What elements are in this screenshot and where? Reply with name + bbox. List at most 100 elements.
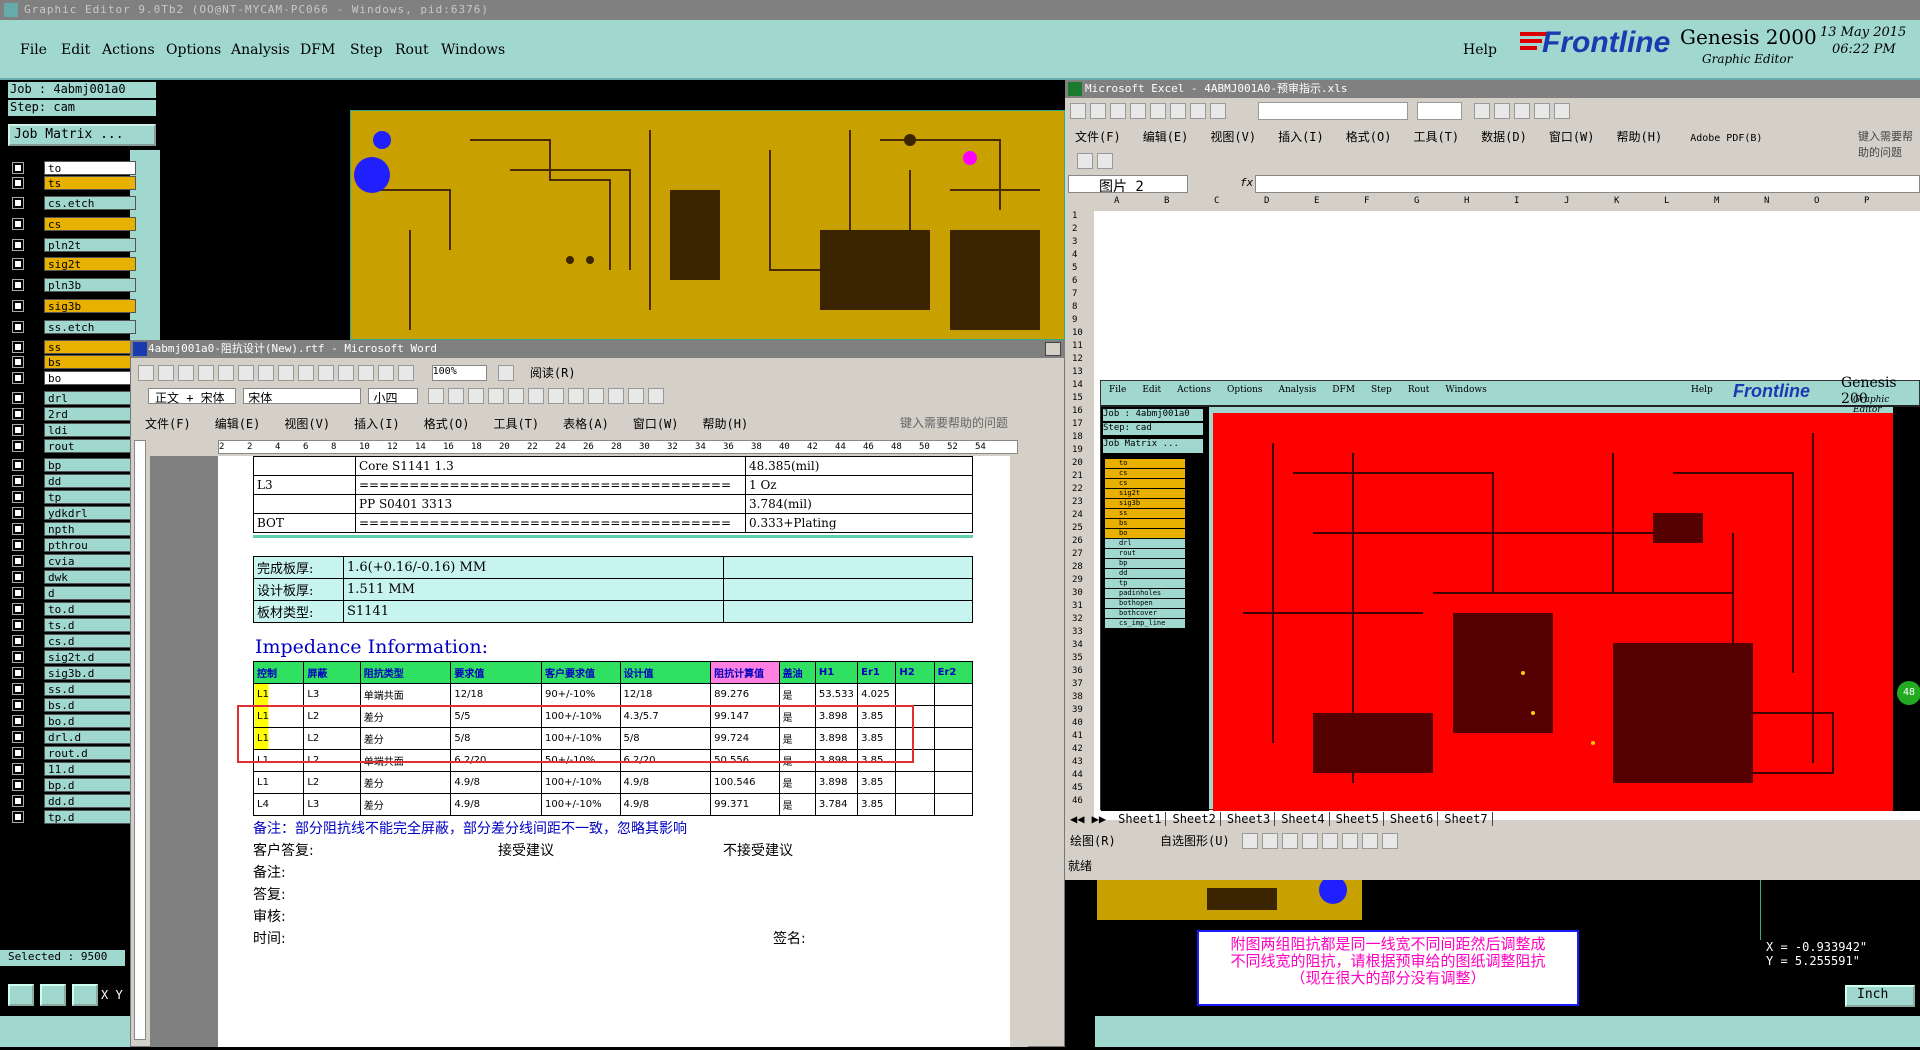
- menu-analysis[interactable]: Analysis: [231, 42, 290, 58]
- layer-checkbox[interactable]: [12, 539, 24, 551]
- undo-icon[interactable]: [1210, 102, 1226, 119]
- layer-checkbox[interactable]: [12, 356, 24, 368]
- layer-checkbox[interactable]: [12, 440, 24, 452]
- menu-options[interactable]: Options: [166, 42, 221, 58]
- layer-row[interactable]: tp: [10, 490, 136, 504]
- layer-row[interactable]: cs.d: [10, 634, 136, 648]
- excel-menu-item[interactable]: 编辑(E): [1143, 130, 1189, 144]
- row-header[interactable]: 7: [1072, 289, 1077, 299]
- excel-menu-item[interactable]: 工具(T): [1413, 130, 1459, 144]
- grid-tool-icon[interactable]: [72, 984, 98, 1006]
- layer-checkbox[interactable]: [12, 683, 24, 695]
- layer-checkbox[interactable]: [12, 811, 24, 823]
- layer-checkbox[interactable]: [12, 258, 24, 270]
- layer-row[interactable]: ss.etch: [10, 320, 136, 334]
- word-undo-icon[interactable]: [318, 364, 334, 381]
- layer-checkbox[interactable]: [12, 372, 24, 384]
- layer-row[interactable]: pln2t: [10, 238, 136, 252]
- read-mode-button[interactable]: 阅读(R): [530, 366, 576, 380]
- excel-menu-item[interactable]: 文件(F): [1075, 130, 1121, 144]
- row-header[interactable]: 27: [1072, 549, 1083, 559]
- align-center-icon[interactable]: [1553, 102, 1570, 119]
- layer-row[interactable]: cvia: [10, 554, 136, 568]
- row-header[interactable]: 38: [1072, 692, 1083, 702]
- row-header[interactable]: 10: [1072, 328, 1083, 338]
- layer-checkbox[interactable]: [12, 715, 24, 727]
- column-header[interactable]: E: [1314, 196, 1319, 206]
- fill-color-icon[interactable]: [1342, 832, 1358, 849]
- word-underline-icon[interactable]: [467, 388, 484, 404]
- sheet-tab[interactable]: Sheet1: [1118, 812, 1167, 826]
- rectangle-icon[interactable]: [1282, 832, 1298, 849]
- word-align-center-icon[interactable]: [527, 388, 544, 404]
- column-header[interactable]: O: [1814, 196, 1819, 206]
- menu-windows[interactable]: Windows: [441, 42, 505, 58]
- row-header[interactable]: 36: [1072, 666, 1083, 676]
- layer-row[interactable]: ts.d: [10, 618, 136, 632]
- layer-row[interactable]: dwk: [10, 570, 136, 584]
- layer-row[interactable]: tp.d: [10, 810, 136, 824]
- word-menu-item[interactable]: 工具(T): [493, 417, 539, 431]
- layer-row[interactable]: to.d: [10, 602, 136, 616]
- column-header[interactable]: C: [1214, 196, 1219, 206]
- layer-row[interactable]: ss.d: [10, 682, 136, 696]
- size-select[interactable]: [1417, 101, 1463, 120]
- column-header[interactable]: J: [1564, 196, 1569, 206]
- oval-icon[interactable]: [1302, 832, 1318, 849]
- menu-step[interactable]: Step: [350, 42, 382, 58]
- line-color-icon[interactable]: [1362, 832, 1378, 849]
- layer-checkbox[interactable]: [12, 507, 24, 519]
- open-icon[interactable]: [1090, 102, 1106, 119]
- row-header[interactable]: 17: [1072, 419, 1083, 429]
- row-header[interactable]: 3: [1072, 237, 1077, 247]
- align-left-icon[interactable]: [1533, 102, 1550, 119]
- word-paste-icon[interactable]: [298, 364, 314, 381]
- layer-checkbox[interactable]: [12, 555, 24, 567]
- word-menu-item[interactable]: 格式(O): [424, 417, 470, 431]
- layer-checkbox[interactable]: [12, 779, 24, 791]
- new-icon[interactable]: [1070, 102, 1086, 119]
- word-table-icon[interactable]: [358, 364, 374, 381]
- row-header[interactable]: 15: [1072, 393, 1083, 403]
- row-header[interactable]: 21: [1072, 471, 1083, 481]
- layer-row[interactable]: drl.d: [10, 730, 136, 744]
- excel-menu-item[interactable]: Adobe PDF(B): [1690, 133, 1762, 144]
- layer-row[interactable]: dd.d: [10, 794, 136, 808]
- accept-option[interactable]: 接受建议: [498, 840, 554, 860]
- layer-row[interactable]: cs.etch: [10, 196, 136, 210]
- layer-row[interactable]: bp: [10, 458, 136, 472]
- layer-checkbox[interactable]: [12, 619, 24, 631]
- copy-icon[interactable]: [1170, 102, 1186, 119]
- layer-checkbox[interactable]: [12, 341, 24, 353]
- layer-checkbox[interactable]: [12, 300, 24, 312]
- excel-menu-item[interactable]: 帮助(H): [1617, 130, 1663, 144]
- word-menu-item[interactable]: 视图(V): [284, 417, 330, 431]
- sheet-tab[interactable]: Sheet5: [1335, 812, 1384, 826]
- layer-row[interactable]: bo: [10, 371, 136, 385]
- layer-checkbox[interactable]: [12, 392, 24, 404]
- reject-option[interactable]: 不接受建议: [723, 840, 793, 860]
- layer-row[interactable]: bs: [10, 355, 136, 369]
- layer-checkbox[interactable]: [12, 635, 24, 647]
- row-header[interactable]: 37: [1072, 679, 1083, 689]
- sheet-tab[interactable]: Sheet6: [1389, 812, 1439, 826]
- menu-rout[interactable]: Rout: [395, 42, 429, 58]
- row-header[interactable]: 2: [1072, 224, 1077, 234]
- layer-row[interactable]: 2rd: [10, 407, 136, 421]
- excel-menu-item[interactable]: 窗口(W): [1549, 130, 1595, 144]
- row-header[interactable]: 28: [1072, 562, 1083, 572]
- excel-help-box[interactable]: 键入需要帮助的问题: [1858, 128, 1920, 160]
- row-header[interactable]: 32: [1072, 614, 1083, 624]
- layer-checkbox[interactable]: [12, 459, 24, 471]
- layer-checkbox[interactable]: [12, 747, 24, 759]
- column-header[interactable]: H: [1464, 196, 1469, 206]
- row-header[interactable]: 20: [1072, 458, 1083, 468]
- name-box[interactable]: 图片 2: [1068, 175, 1188, 195]
- horizontal-ruler[interactable]: 2 2 4 6 8 10 12 14 16 18 20 22 24 26 28 30 32 34 36 38 40 42 4…: [218, 440, 1018, 454]
- layer-checkbox[interactable]: [12, 603, 24, 615]
- layer-row[interactable]: ldi: [10, 423, 136, 437]
- style-select[interactable]: 正文 + 宋体: [148, 388, 236, 405]
- column-header[interactable]: D: [1264, 196, 1269, 206]
- layer-row[interactable]: sig3b: [10, 299, 136, 313]
- word-line-spacing-icon[interactable]: [567, 388, 584, 404]
